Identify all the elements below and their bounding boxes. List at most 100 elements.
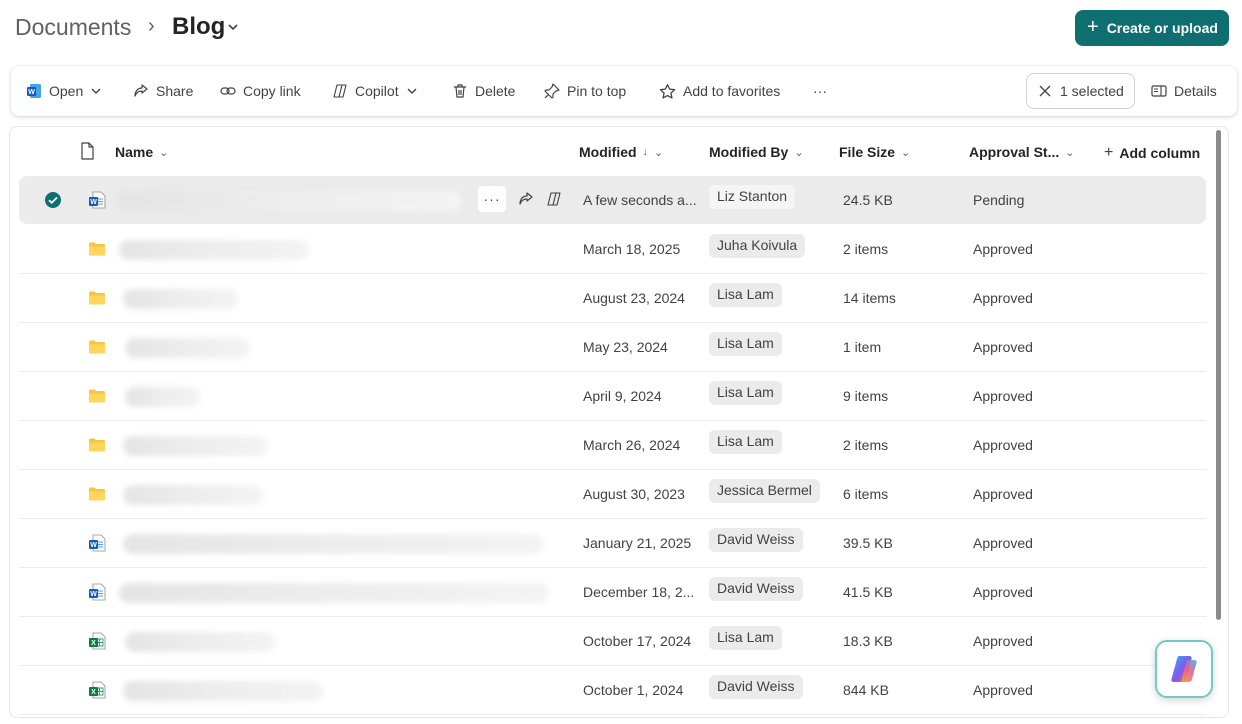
table-row[interactable]: August 30, 2023 Jessica Bermel 6 items Appr… [19, 470, 1206, 519]
pin-to-top-button[interactable]: Pin to top [544, 80, 626, 102]
table-row[interactable]: W ··· A few seconds a... Liz Stanton 24.5 KB… [19, 176, 1206, 224]
table-row[interactable]: May 23, 2024 Lisa Lam 1 item Approved [19, 323, 1206, 372]
copy-link-button[interactable]: Copy link [220, 80, 301, 102]
modified-by-persona[interactable]: Jessica Bermel [709, 479, 820, 503]
file-size-cell: 2 items [843, 241, 889, 257]
pin-icon [544, 83, 560, 99]
file-name-redacted[interactable] [123, 534, 543, 554]
column-approval-status[interactable]: Approval St... ⌄ [969, 144, 1074, 160]
vertical-scrollbar[interactable] [1216, 130, 1221, 620]
file-size-cell: 844 KB [843, 682, 889, 698]
create-or-upload-button[interactable]: + Create or upload [1075, 10, 1229, 46]
selected-count: 1 selected [1060, 83, 1124, 99]
table-row[interactable]: X October 17, 2024 Lisa Lam 18.3 KB Approved [19, 617, 1206, 666]
breadcrumb-separator: › [148, 15, 155, 37]
modified-by-persona[interactable]: Lisa Lam [709, 381, 782, 405]
row-more-button[interactable]: ··· [478, 186, 506, 212]
file-name-redacted[interactable] [117, 191, 462, 211]
table-row[interactable]: W January 21, 2025 David Weiss 39.5 KB Appro… [19, 519, 1206, 568]
file-name-redacted[interactable] [125, 338, 250, 358]
copilot-icon [333, 84, 347, 98]
modified-by-persona[interactable]: David Weiss [709, 577, 803, 601]
more-icon: ··· [813, 83, 827, 99]
modified-cell: January 21, 2025 [583, 535, 692, 551]
modified-cell: A few seconds a... [583, 192, 697, 208]
approval-status-cell: Approved [973, 633, 1033, 649]
file-size-cell: 24.5 KB [843, 192, 893, 208]
modified-by-persona[interactable]: Juha Koivula [709, 234, 806, 258]
share-label: Share [156, 83, 194, 99]
table-row[interactable]: X October 1, 2024 David Weiss 844 KB Approve… [19, 666, 1206, 715]
column-modified-by[interactable]: Modified By ⌄ [709, 144, 804, 160]
file-name-redacted[interactable] [123, 485, 263, 505]
table-row[interactable]: August 23, 2024 Lisa Lam 14 items Approved [19, 274, 1206, 323]
page-header: Documents › Blog + Create or upload [0, 0, 1242, 60]
copilot-icon[interactable] [546, 191, 562, 207]
column-modified-label: Modified [579, 144, 637, 160]
details-button[interactable]: Details [1151, 80, 1217, 102]
table-row[interactable]: April 9, 2024 Lisa Lam 9 items Approved [19, 372, 1206, 421]
modified-cell: October 1, 2024 [583, 682, 684, 698]
breadcrumb-current[interactable]: Blog [172, 13, 225, 41]
sort-down-arrow-icon: ↓ [642, 146, 649, 158]
modified-by-persona[interactable]: Lisa Lam [709, 283, 782, 307]
column-approval-label: Approval St... [969, 144, 1060, 160]
copilot-label: Copilot [355, 83, 399, 99]
modified-by-persona[interactable]: Lisa Lam [709, 332, 782, 356]
file-name-redacted[interactable] [123, 681, 323, 701]
add-to-favorites-label: Add to favorites [683, 83, 781, 99]
pin-to-top-label: Pin to top [567, 83, 627, 99]
file-name-redacted[interactable] [119, 583, 549, 603]
word-file-icon: W [89, 191, 106, 209]
modified-by-persona[interactable]: David Weiss [709, 675, 803, 699]
word-file-icon: W [89, 583, 106, 601]
file-size-cell: 9 items [843, 388, 889, 404]
breadcrumb-documents[interactable]: Documents [15, 14, 131, 41]
chevron-down-icon[interactable] [226, 20, 240, 34]
row-checkbox-checked-icon[interactable] [44, 191, 62, 209]
share-button[interactable]: Share [133, 80, 193, 102]
more-icon: ··· [483, 191, 501, 207]
modified-by-persona[interactable]: Liz Stanton [709, 185, 796, 209]
copilot-button[interactable]: Copilot [332, 80, 418, 102]
column-file-size[interactable]: File Size ⌄ [839, 144, 910, 160]
copy-link-label: Copy link [243, 83, 301, 99]
chevron-down-icon: ⌄ [159, 146, 169, 159]
copilot-fab-button[interactable] [1155, 640, 1213, 698]
chevron-down-icon: ⌄ [794, 146, 804, 159]
chevron-down-icon: ⌄ [1065, 146, 1075, 159]
file-name-redacted[interactable] [125, 632, 275, 652]
svg-text:X: X [91, 689, 96, 696]
approval-status-cell: Approved [973, 535, 1033, 551]
column-header: Name ⌄ Modified ↓ ⌄ Modified By ⌄ File Size ⌄… [10, 127, 1228, 175]
share-icon[interactable] [518, 191, 534, 207]
table-row[interactable]: March 18, 2025 Juha Koivula 2 items Approve… [19, 225, 1206, 274]
delete-label: Delete [475, 83, 516, 99]
svg-text:W: W [90, 591, 97, 598]
file-size-cell: 6 items [843, 486, 889, 502]
more-actions-button[interactable]: ··· [813, 80, 827, 102]
clear-selection-button[interactable]: 1 selected [1026, 73, 1135, 109]
add-to-favorites-button[interactable]: Add to favorites [659, 80, 780, 102]
add-column-button[interactable]: + Add column [1104, 144, 1200, 162]
svg-text:X: X [91, 640, 96, 647]
column-modified[interactable]: Modified ↓ ⌄ [579, 144, 663, 160]
approval-status-cell: Approved [973, 339, 1033, 355]
column-name[interactable]: Name ⌄ [115, 144, 168, 160]
table-row[interactable]: March 26, 2024 Lisa Lam 2 items Approved [19, 421, 1206, 470]
modified-by-persona[interactable]: David Weiss [709, 528, 803, 552]
file-type-icon[interactable] [79, 142, 95, 160]
table-row[interactable]: W December 18, 2... David Weiss 41.5 KB Appr… [19, 568, 1206, 617]
file-name-redacted[interactable] [125, 387, 200, 407]
file-name-redacted[interactable] [123, 436, 268, 456]
modified-cell: October 17, 2024 [583, 633, 692, 649]
file-name-redacted[interactable] [119, 240, 309, 260]
column-name-label: Name [115, 144, 154, 160]
open-button[interactable]: W Open [26, 80, 102, 102]
approval-status-cell: Pending [973, 192, 1025, 208]
modified-by-persona[interactable]: Lisa Lam [709, 430, 782, 454]
delete-button[interactable]: Delete [452, 80, 515, 102]
modified-by-persona[interactable]: Lisa Lam [709, 626, 782, 650]
row-actions: ··· [478, 186, 562, 212]
file-name-redacted[interactable] [123, 289, 238, 309]
